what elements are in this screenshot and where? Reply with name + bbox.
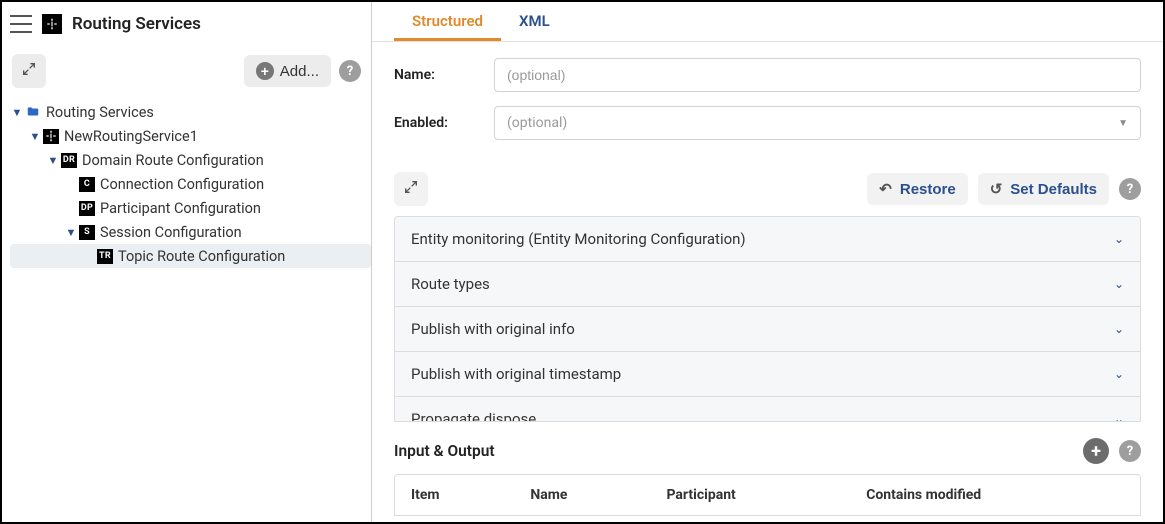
col-contains-modified: Contains modified <box>850 475 1140 515</box>
accordion-item-route-types[interactable]: Route types ⌄ <box>395 262 1140 307</box>
tree-item-session[interactable]: ▼ S Session Configuration <box>10 220 371 244</box>
enabled-select[interactable]: (optional) ▼ <box>494 106 1141 140</box>
tab-structured[interactable]: Structured <box>394 2 501 41</box>
sidebar: Routing Services + Add... ? ▼ Routing Se… <box>2 2 372 522</box>
tab-label: Structured <box>412 12 483 30</box>
chevron-down-icon: ⌄ <box>1114 232 1124 246</box>
restore-label: Restore <box>900 181 956 198</box>
badge-icon: S <box>78 224 96 240</box>
tree-label: Participant Configuration <box>100 200 261 217</box>
chevron-down-icon: ⌄ <box>1114 277 1124 291</box>
io-table[interactable]: Item Name Participant Contains modified <box>394 474 1141 516</box>
chevron-down-icon[interactable]: ▼ <box>28 130 42 143</box>
add-io-button[interactable]: + <box>1083 438 1109 464</box>
accordion-label: Entity monitoring (Entity Monitoring Con… <box>411 230 746 248</box>
accordion-scroll[interactable]: Entity monitoring (Entity Monitoring Con… <box>395 217 1140 421</box>
tree-item-new-routing-service[interactable]: ▼ NewRoutingService1 <box>10 124 371 148</box>
add-button[interactable]: + Add... <box>244 55 331 87</box>
tree-item-routing-services[interactable]: ▼ Routing Services <box>10 100 371 124</box>
tab-label: XML <box>519 12 550 30</box>
accordion-label: Publish with original timestamp <box>411 365 621 383</box>
col-item: Item <box>395 475 514 515</box>
tree-item-connection[interactable]: ▼ C Connection Configuration <box>10 172 371 196</box>
sidebar-header: Routing Services <box>2 2 371 46</box>
help-icon[interactable]: ? <box>339 60 361 82</box>
tabs: Structured XML <box>372 2 1163 42</box>
sidebar-toolbar: + Add... ? <box>2 46 371 96</box>
help-icon[interactable]: ? <box>1119 178 1141 200</box>
routing-icon <box>42 128 60 144</box>
accordion-item-publish-original-info[interactable]: Publish with original info ⌄ <box>395 307 1140 352</box>
accordion-label: Route types <box>411 275 490 293</box>
plus-icon: + <box>256 62 274 80</box>
chevron-down-icon[interactable]: ▼ <box>46 154 60 167</box>
enabled-placeholder: (optional) <box>507 115 567 131</box>
tree-item-domain-route[interactable]: ▼ DR Domain Route Configuration <box>10 148 371 172</box>
chevron-down-icon[interactable]: ▼ <box>64 226 78 239</box>
sidebar-tree: ▼ Routing Services ▼ NewRoutingService1 <box>2 96 371 522</box>
help-icon[interactable]: ? <box>1119 440 1141 462</box>
restore-button[interactable]: ↶ Restore <box>867 173 967 205</box>
tree-item-participant[interactable]: ▼ DP Participant Configuration <box>10 196 371 220</box>
tree-label: Routing Services <box>46 104 154 121</box>
routing-service-icon <box>42 14 62 34</box>
tree-label: Connection Configuration <box>100 176 264 193</box>
table-header-row: Item Name Participant Contains modified <box>395 475 1140 515</box>
tab-xml[interactable]: XML <box>501 2 568 41</box>
set-defaults-button[interactable]: ↺ Set Defaults <box>978 173 1109 205</box>
chevron-down-icon[interactable]: ▼ <box>10 106 24 119</box>
io-section: Input & Output + ? Item Name Participant… <box>394 422 1141 516</box>
io-title: Input & Output <box>394 442 495 460</box>
chevron-down-icon: ⌄ <box>1114 322 1124 336</box>
name-label: Name: <box>394 67 494 83</box>
history-icon: ↺ <box>990 180 1003 198</box>
undo-icon: ↶ <box>879 180 892 198</box>
config-panel: ↶ Restore ↺ Set Defaults ? Entity monito… <box>394 162 1141 422</box>
enabled-label: Enabled: <box>394 115 494 131</box>
expand-tree-button[interactable] <box>12 54 46 88</box>
add-button-label: Add... <box>280 63 319 80</box>
accordion-label: Publish with original info <box>411 320 575 338</box>
set-defaults-label: Set Defaults <box>1010 181 1097 198</box>
badge-icon: DP <box>78 200 96 216</box>
expand-icon <box>21 61 37 81</box>
panel-toolbar: ↶ Restore ↺ Set Defaults ? <box>394 162 1141 216</box>
tree-label: Domain Route Configuration <box>82 152 264 169</box>
accordion-item-entity-monitoring[interactable]: Entity monitoring (Entity Monitoring Con… <box>395 217 1140 262</box>
menu-icon[interactable] <box>10 15 32 33</box>
accordion-label: Propagate dispose <box>411 410 536 421</box>
sidebar-title: Routing Services <box>72 14 201 34</box>
folder-icon <box>24 104 42 120</box>
expand-icon <box>403 179 419 199</box>
accordion-item-publish-original-timestamp[interactable]: Publish with original timestamp ⌄ <box>395 352 1140 397</box>
expand-panel-button[interactable] <box>394 172 428 206</box>
badge-icon: TR <box>96 248 114 264</box>
tree-label: NewRoutingService1 <box>64 128 198 145</box>
col-participant: Participant <box>650 475 850 515</box>
main-panel: Structured XML Name: Enabled: (optional)… <box>372 2 1163 522</box>
badge-icon: C <box>78 176 96 192</box>
tree-item-topic-route[interactable]: ▼ TR Topic Route Configuration <box>10 244 371 268</box>
chevron-down-icon: ⌄ <box>1114 412 1124 421</box>
badge-icon: DR <box>60 152 78 168</box>
form-area: Name: Enabled: (optional) ▼ <box>372 42 1163 162</box>
accordion-item-propagate-dispose[interactable]: Propagate dispose ⌄ <box>395 397 1140 421</box>
chevron-down-icon: ⌄ <box>1114 367 1124 381</box>
accordion: Entity monitoring (Entity Monitoring Con… <box>394 216 1141 422</box>
name-field[interactable] <box>494 58 1141 92</box>
chevron-down-icon: ▼ <box>1118 118 1128 129</box>
tree-label: Topic Route Configuration <box>118 248 285 265</box>
col-name: Name <box>514 475 650 515</box>
tree-label: Session Configuration <box>100 224 242 241</box>
